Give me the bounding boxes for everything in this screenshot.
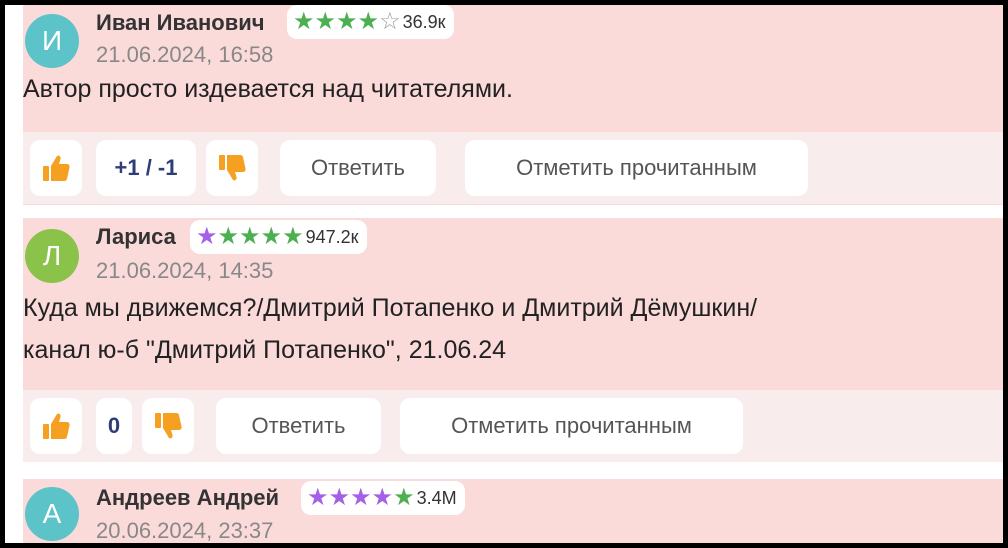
star-icon: ★ [336, 8, 358, 35]
avatar-letter: А [42, 498, 62, 529]
author-name[interactable]: Лариса [96, 224, 176, 250]
star-icon: ★ [260, 223, 283, 250]
comment-text: Автор просто издевается над читателями. [23, 68, 513, 110]
rating-value: 36.9к [402, 11, 446, 32]
user-rating-badge: ★ ★ ★ ★ ★ 3.4M [301, 481, 465, 515]
comment-date: 21.06.2024, 14:35 [96, 258, 274, 283]
user-rating-badge: ★ ★ ★ ★ ☆ 36.9к [287, 5, 454, 39]
votes-value: 0 [107, 413, 121, 438]
author-name[interactable]: Андреев Андрей [96, 485, 279, 511]
rating-value: 3.4M [416, 487, 457, 508]
votes-counter: 0 [96, 398, 132, 454]
star-icon: ★ [217, 223, 240, 250]
comment-actions: 0 Ответить Отметить прочитанным [23, 390, 1003, 462]
avatar-letter: Л [42, 240, 62, 271]
star-icon: ★ [307, 484, 329, 511]
comment-text: Куда мы движемся?/Дмитрий Потапенко и Дм… [23, 287, 757, 371]
star-icon: ★ [239, 223, 261, 250]
dislike-button[interactable] [206, 140, 258, 196]
comment-card: И Иван Иванович ★ ★ ★ ★ ☆ 36.9к 21.06.20… [23, 5, 1003, 205]
star-icon: ★ [393, 484, 415, 511]
avatar[interactable]: А [25, 487, 79, 541]
comment-card: Л Лариса ★ ★ ★ ★ ★ 947.2к 21.06.2024, 14… [23, 218, 1003, 462]
user-rating-badge: ★ ★ ★ ★ ★ 947.2к [190, 220, 367, 254]
star-icon: ★ [350, 484, 372, 511]
like-button[interactable] [30, 140, 82, 196]
thumbs-up-icon [43, 413, 70, 439]
votes-value: +1 / -1 [114, 155, 178, 180]
thumbs-down-icon [219, 155, 246, 181]
mark-read-button[interactable]: Отметить прочитанным [400, 398, 743, 454]
comment-text-line: канал ю-б "Дмитрий Потапенко", 21.06.24 [23, 336, 507, 364]
avatar[interactable]: Л [25, 229, 79, 283]
reply-button[interactable]: Ответить [216, 398, 381, 454]
avatar-letter: И [41, 25, 63, 56]
like-button[interactable] [30, 398, 82, 454]
comment-date: 20.06.2024, 23:37 [96, 518, 274, 543]
comment-card: А Андреев Андрей ★ ★ ★ ★ ★ 3.4M 20.06.20… [23, 479, 1003, 543]
star-icon: ★ [314, 8, 337, 35]
comment-text-line: Куда мы движемся?/Дмитрий Потапенко и Дм… [23, 294, 758, 322]
reply-button[interactable]: Ответить [280, 140, 436, 196]
avatar[interactable]: И [25, 14, 79, 68]
author-name[interactable]: Иван Иванович [96, 10, 265, 36]
comments-feed: И Иван Иванович ★ ★ ★ ★ ☆ 36.9к 21.06.20… [0, 0, 1008, 548]
star-icon: ★ [357, 8, 380, 35]
star-icon: ★ [328, 484, 351, 511]
dislike-button[interactable] [142, 398, 194, 454]
star-icon: ★ [293, 8, 315, 35]
comment-text-line: Автор просто издевается над читателями. [23, 75, 513, 103]
star-icon: ★ [282, 223, 304, 250]
votes-counter: +1 / -1 [96, 140, 196, 196]
star-icon: ★ [196, 223, 218, 250]
rating-value: 947.2к [305, 226, 359, 247]
mark-read-button[interactable]: Отметить прочитанным [465, 140, 808, 196]
thumbs-down-icon [155, 413, 182, 439]
star-icon: ★ [371, 484, 394, 511]
comment-date: 21.06.2024, 16:58 [96, 42, 274, 67]
star-empty-icon: ☆ [379, 8, 401, 35]
comment-actions: +1 / -1 Ответить Отметить прочитанным [23, 132, 1003, 204]
thumbs-up-icon [43, 155, 70, 181]
